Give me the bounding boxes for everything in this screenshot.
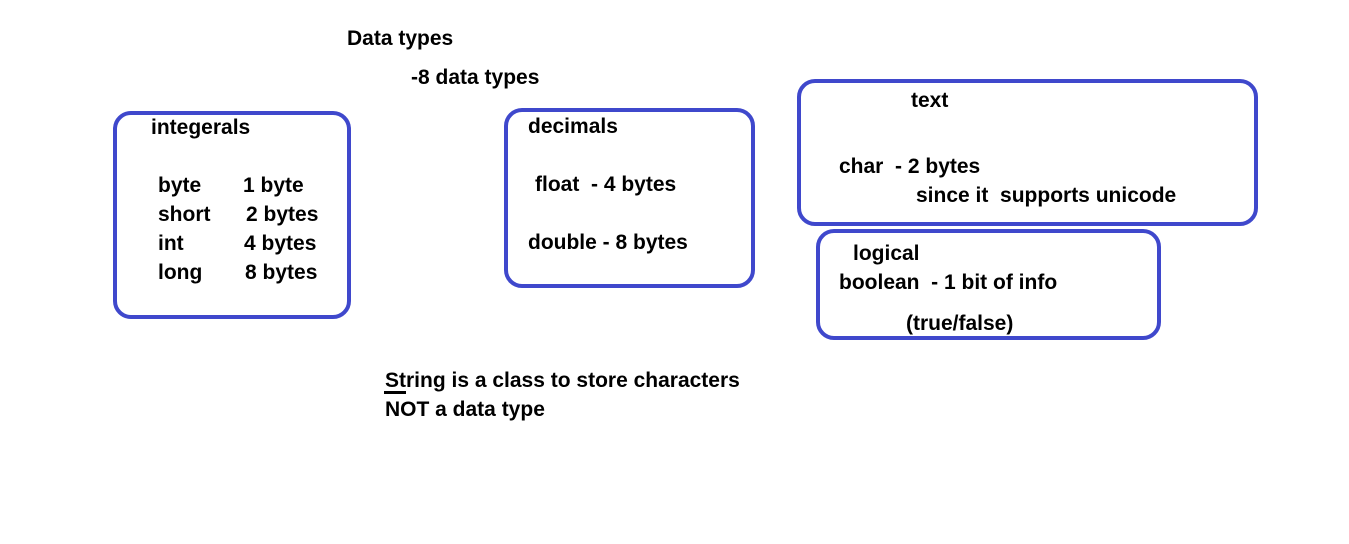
string-underline	[384, 391, 406, 394]
page-subtitle: -8 data types	[411, 66, 540, 89]
text-char-row: char - 2 bytes	[839, 155, 981, 178]
decimals-double-row: double - 8 bytes	[528, 231, 688, 254]
integerals-type-short: short	[158, 203, 211, 226]
integerals-size-byte: 1 byte	[243, 174, 304, 197]
integerals-type-int: int	[158, 232, 184, 255]
integerals-heading: integerals	[151, 116, 251, 139]
integerals-size-short: 2 bytes	[246, 203, 319, 226]
string-note-2: NOT a data type	[385, 398, 545, 421]
logical-boolean-row: boolean - 1 bit of info	[839, 271, 1058, 294]
integerals-type-byte: byte	[158, 174, 202, 197]
text-char-note: since it supports unicode	[916, 184, 1177, 207]
decimals-heading: decimals	[528, 115, 618, 138]
logical-boolean-values: (true/false)	[906, 312, 1014, 335]
logical-heading: logical	[853, 242, 920, 265]
integerals-size-long: 8 bytes	[245, 261, 318, 284]
string-note: String is a class to store characters	[385, 369, 740, 392]
decimals-float-row: float - 4 bytes	[535, 173, 677, 196]
integerals-size-int: 4 bytes	[244, 232, 317, 255]
text-heading: text	[911, 89, 949, 112]
integerals-type-long: long	[158, 261, 203, 284]
page-title: Data types	[347, 27, 454, 50]
